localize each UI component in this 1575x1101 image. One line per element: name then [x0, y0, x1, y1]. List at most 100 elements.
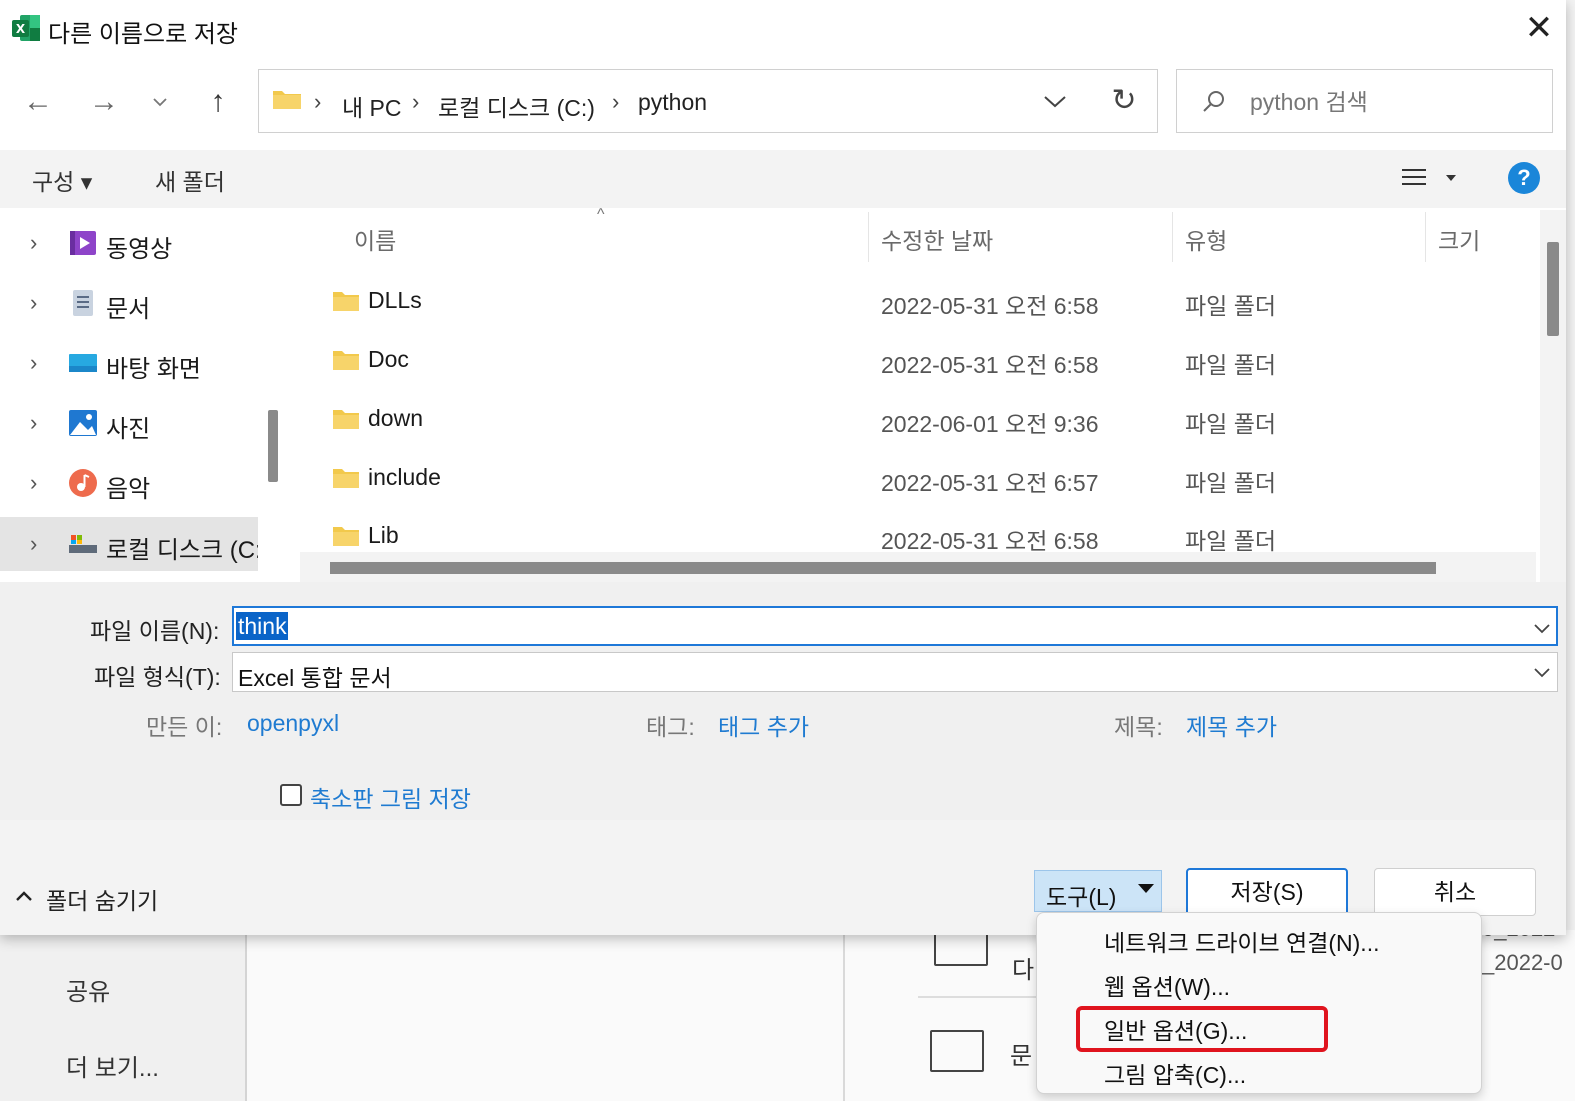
filename-dropdown-icon[interactable]	[1528, 614, 1556, 642]
forward-arrow-icon[interactable]: →	[84, 82, 124, 122]
backstage-divider	[843, 930, 845, 1101]
nav-item-documents[interactable]: › 문서	[0, 276, 258, 330]
breadcrumb-separator: ›	[612, 89, 620, 114]
filename-field[interactable]	[232, 606, 1558, 646]
chevron-down-icon[interactable]	[150, 92, 170, 112]
backstage-partial-date: _2022-0	[1482, 950, 1563, 975]
cancel-button[interactable]: 취소	[1374, 868, 1536, 916]
menu-item-compress-pictures[interactable]: 그림 압축(C)...	[1104, 1056, 1246, 1090]
new-folder-button[interactable]: 새 폴더	[155, 163, 225, 197]
file-type: 파일 폴더	[1185, 293, 1277, 319]
file-name: DLLs	[368, 287, 422, 313]
menu-item-web-options[interactable]: 웹 옵션(W)...	[1104, 968, 1230, 1002]
column-separator[interactable]	[1172, 212, 1173, 262]
filetype-select[interactable]	[232, 652, 1558, 692]
nav-item-label: 문서	[106, 296, 151, 323]
search-input[interactable]	[1250, 84, 1540, 120]
folder-icon	[333, 351, 359, 370]
nav-item-pictures[interactable]: › 사진	[0, 396, 258, 450]
nav-item-videos[interactable]: › 동영상	[0, 216, 258, 270]
nav-scrollbar-thumb[interactable]	[268, 410, 278, 482]
add-tag-link[interactable]: 태그 추가	[718, 708, 809, 742]
file-row[interactable]: down 2022-06-01 오전 9:36 파일 폴더	[310, 390, 1530, 448]
nav-item-music[interactable]: › 음악	[0, 456, 258, 510]
breadcrumb-local-disk[interactable]: 로컬 디스크 (C:)	[438, 89, 595, 123]
chevron-right-icon[interactable]: ›	[30, 410, 37, 436]
author-value[interactable]: openpyxl	[247, 710, 339, 737]
breadcrumb-my-pc[interactable]: 내 PC	[342, 89, 402, 123]
nav-item-desktop[interactable]: › 바탕 화면	[0, 336, 258, 390]
folder-icon	[333, 469, 359, 488]
folder-icon	[333, 527, 359, 546]
nav-item-label: 사진	[106, 416, 151, 443]
close-icon[interactable]: ✕	[1518, 8, 1560, 50]
backstage-partial-text: 다	[1012, 957, 1035, 984]
up-arrow-icon[interactable]: ↑	[198, 82, 238, 122]
filename-input[interactable]: think	[238, 613, 287, 640]
file-modified: 2022-05-31 오전 6:58	[881, 352, 1099, 378]
title-label: 제목:	[1114, 714, 1163, 740]
backstage-nav-more[interactable]: 더 보기...	[66, 1048, 159, 1083]
back-arrow-icon[interactable]: ←	[18, 82, 58, 122]
tags-label: 태그:	[646, 714, 695, 740]
filetype-value: Excel 통합 문서	[238, 665, 392, 691]
backstage-row-divider	[918, 996, 1038, 998]
breadcrumb-separator: ›	[314, 89, 322, 114]
column-header-size[interactable]: 크기	[1438, 222, 1480, 256]
folder-icon	[273, 91, 301, 109]
command-toolbar	[0, 150, 1566, 208]
column-header-name[interactable]: 이름	[354, 222, 396, 256]
pictures-icon	[69, 410, 97, 436]
excel-icon: X	[12, 15, 40, 41]
file-row[interactable]: Doc 2022-05-31 오전 6:58 파일 폴더	[310, 331, 1530, 389]
breadcrumb-python[interactable]: python	[638, 89, 707, 116]
refresh-icon[interactable]: ↻	[1106, 84, 1142, 120]
add-title-link[interactable]: 제목 추가	[1186, 708, 1277, 742]
file-row[interactable]: Lib 2022-05-31 오전 6:58 파일 폴더	[310, 507, 1530, 552]
file-type: 파일 폴더	[1185, 470, 1277, 496]
file-name: Lib	[368, 522, 399, 548]
file-row[interactable]: DLLs 2022-05-31 오전 6:58 파일 폴더	[310, 272, 1530, 330]
nav-item-label: 음악	[106, 476, 151, 503]
dialog-title: 다른 이름으로 저장	[48, 21, 238, 48]
folder-icon	[333, 410, 359, 429]
chevron-right-icon[interactable]: ›	[30, 350, 37, 376]
save-thumbnail-label[interactable]: 축소판 그림 저장	[310, 780, 471, 814]
column-header-modified[interactable]: 수정한 날짜	[881, 222, 993, 256]
file-type: 파일 폴더	[1185, 411, 1277, 437]
file-name: down	[368, 405, 423, 431]
videos-icon	[70, 231, 96, 255]
column-separator[interactable]	[1425, 212, 1426, 262]
help-icon[interactable]: ?	[1508, 162, 1540, 194]
column-separator[interactable]	[868, 212, 869, 262]
file-name: include	[368, 464, 441, 490]
backstage-nav-share[interactable]: 공유	[66, 972, 110, 1007]
file-row[interactable]: include 2022-05-31 오전 6:57 파일 폴더	[310, 449, 1530, 507]
breadcrumb-separator: ›	[412, 89, 420, 114]
tools-button-label: 도구(L)	[1046, 884, 1117, 910]
caret-down-icon	[1138, 884, 1154, 893]
search-icon	[1203, 91, 1224, 112]
nav-item-local-disk[interactable]: › 로컬 디스크 (C:	[0, 517, 258, 571]
file-modified: 2022-05-31 오전 6:58	[881, 528, 1099, 552]
chevron-right-icon[interactable]: ›	[30, 290, 37, 316]
vertical-scrollbar-thumb[interactable]	[1547, 242, 1559, 336]
music-icon	[69, 469, 97, 497]
view-options-icon[interactable]	[1398, 160, 1462, 196]
filetype-dropdown-icon[interactable]	[1528, 658, 1556, 686]
horizontal-scrollbar-thumb[interactable]	[330, 562, 1436, 574]
local-disk-icon	[69, 535, 97, 553]
column-header-type[interactable]: 유형	[1185, 222, 1227, 256]
menu-item-map-network-drive[interactable]: 네트워크 드라이브 연결(N)...	[1104, 924, 1379, 958]
chevron-right-icon[interactable]: ›	[30, 531, 37, 557]
chevron-right-icon[interactable]: ›	[30, 470, 37, 496]
nav-item-label: 동영상	[106, 236, 173, 263]
save-button[interactable]: 저장(S)	[1186, 868, 1348, 916]
save-thumbnail-checkbox[interactable]	[280, 784, 302, 806]
nav-item-label: 로컬 디스크 (C:	[106, 537, 258, 564]
file-type: 파일 폴더	[1185, 352, 1277, 378]
organize-button[interactable]: 구성 ▾	[32, 163, 92, 197]
address-dropdown-icon[interactable]	[1040, 84, 1070, 118]
chevron-right-icon[interactable]: ›	[30, 230, 37, 256]
file-modified: 2022-05-31 오전 6:58	[881, 293, 1099, 319]
